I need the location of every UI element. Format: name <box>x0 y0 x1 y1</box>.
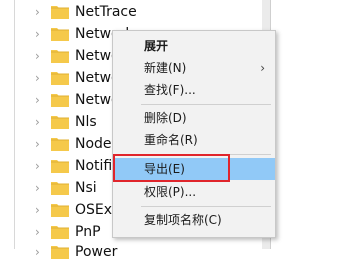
menu-item-expand[interactable]: 展开 <box>113 35 275 57</box>
tree-item-nettrace[interactable]: › NetTrace <box>35 0 335 24</box>
menu-item-find[interactable]: 查找(F)... <box>113 79 275 101</box>
chevron-right-icon[interactable]: › <box>35 6 45 18</box>
chevron-right-icon[interactable]: › <box>35 182 45 194</box>
folder-icon <box>51 72 69 85</box>
chevron-right-icon[interactable]: › <box>35 204 45 216</box>
chevron-right-icon[interactable]: › <box>35 138 45 150</box>
tree-item-label: Node <box>75 136 112 152</box>
tree-item-power[interactable]: › Power <box>35 240 335 264</box>
menu-item-permissions[interactable]: 权限(P)... <box>113 181 275 203</box>
tree-item-label: Power <box>75 244 118 260</box>
folder-icon <box>51 160 69 173</box>
chevron-right-icon[interactable]: › <box>35 28 45 40</box>
folder-icon <box>51 138 69 151</box>
folder-icon <box>51 6 69 19</box>
folder-icon <box>51 246 69 259</box>
tree-item-label: NetTrace <box>75 4 137 20</box>
menu-separator <box>141 206 271 207</box>
chevron-right-icon[interactable]: › <box>35 160 45 172</box>
menu-item-label: 新建(N) <box>144 61 187 75</box>
chevron-right-icon[interactable]: › <box>35 50 45 62</box>
folder-icon <box>51 226 69 239</box>
menu-item-rename[interactable]: 重命名(R) <box>113 129 275 151</box>
menu-item-label: 权限(P)... <box>144 185 197 199</box>
chevron-right-icon[interactable]: › <box>35 246 45 258</box>
chevron-right-icon[interactable]: › <box>35 226 45 238</box>
menu-item-label: 重命名(R) <box>144 133 198 147</box>
menu-item-copy-key-name[interactable]: 复制项名称(C) <box>113 209 275 231</box>
menu-item-label: 展开 <box>144 39 169 53</box>
folder-icon <box>51 182 69 195</box>
folder-icon <box>51 94 69 107</box>
chevron-right-icon[interactable]: › <box>35 72 45 84</box>
tree-item-label: PnP <box>75 224 101 240</box>
folder-icon <box>51 204 69 217</box>
chevron-right-icon: › <box>260 61 265 75</box>
menu-item-label: 复制项名称(C) <box>144 213 222 227</box>
tree-item-label: Nls <box>75 114 97 130</box>
menu-item-label: 查找(F)... <box>144 83 196 97</box>
chevron-right-icon[interactable]: › <box>35 116 45 128</box>
folder-icon <box>51 50 69 63</box>
folder-icon <box>51 28 69 41</box>
highlight-callout-box <box>113 154 230 182</box>
menu-item-delete[interactable]: 删除(D) <box>113 107 275 129</box>
menu-item-label: 删除(D) <box>144 111 187 125</box>
chevron-right-icon[interactable]: › <box>35 94 45 106</box>
tree-left-border <box>14 0 15 249</box>
context-menu: 展开 新建(N) › 查找(F)... 删除(D) 重命名(R) 导出(E) 权… <box>112 30 276 238</box>
folder-icon <box>51 116 69 129</box>
menu-item-new[interactable]: 新建(N) › <box>113 57 275 79</box>
tree-item-label: Nsi <box>75 180 97 196</box>
tree-item-label: Notifi <box>75 158 113 174</box>
menu-separator <box>141 104 271 105</box>
